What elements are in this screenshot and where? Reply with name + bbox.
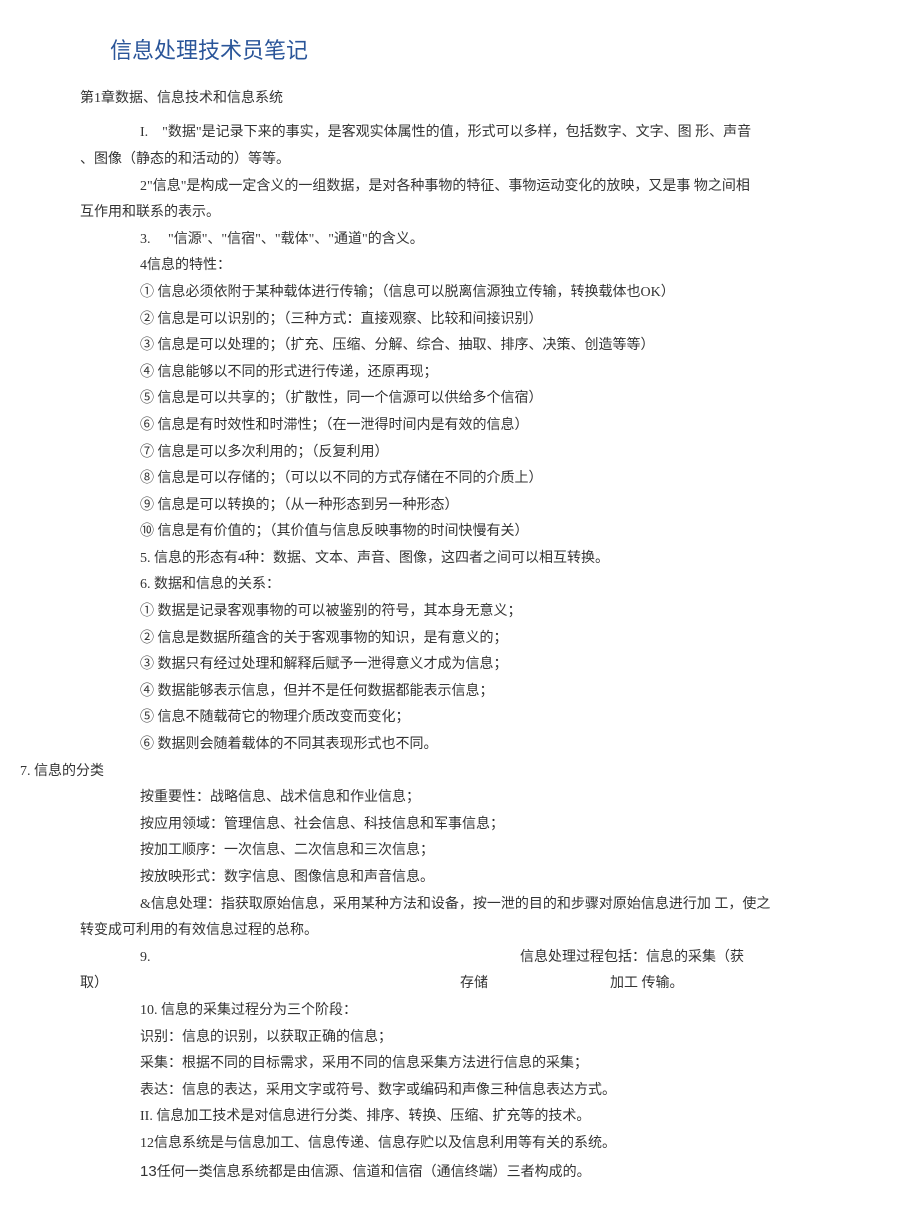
feature-item-10: ⑩ 信息是有价值的；（其价值与信息反映事物的时间快慢有关） [80,519,840,546]
para-8-line-a: &信息处理：指获取原始信息，采用某种方法和设备，按一泄的目的和步骤对原始信息进行… [80,892,840,919]
para-13-text: 任何一类信息系统都是由信源、信道和信宿（通信终端）三者构成的。 [157,1165,591,1180]
class-item-3: 按加工顺序：一次信息、二次信息和三次信息； [80,838,840,865]
feature-item-2: ② 信息是可以识别的；（三种方式：直接观察、比较和间接识别） [80,307,840,334]
feature-item-6: ⑥ 信息是有时效性和时滞性；（在一泄得时间内是有效的信息） [80,413,840,440]
para-8-line-b: 转变成可利用的有效信息过程的总称。 [80,918,840,945]
para-9-text-b3: 加工 传输。 [610,971,684,998]
para-10: 10. 信息的采集过程分为三个阶段： [80,998,840,1025]
para-1-line-a: I. "数据"是记录下来的事实，是客观实体属性的值，形式可以多样，包括数字、文字… [80,120,840,147]
chapter-heading: 第1章数据、信息技术和信息系统 [80,86,840,113]
para-2-line-a: 2"信息"是构成一定含义的一组数据，是对各种事物的特征、事物运动变化的放映，又是… [80,174,840,201]
relation-item-6: ⑥ 数据则会随着载体的不同其表现形式也不同。 [80,732,840,759]
para-9-num: 9. [80,945,520,972]
relation-item-2: ② 信息是数据所蕴含的关于客观事物的知识，是有意义的； [80,626,840,653]
collect-item-c: 表达：信息的表达，采用文字或符号、数字或编码和声像三种信息表达方式。 [80,1078,840,1105]
collect-item-a: 识别：信息的识别，以获取正确的信息； [80,1025,840,1052]
class-item-2: 按应用领域：管理信息、社会信息、科技信息和军事信息； [80,812,840,839]
feature-item-7: ⑦ 信息是可以多次利用的；（反复利用） [80,440,840,467]
document-title: 信息处理技术员笔记 [80,30,840,72]
para-1-line-b: 、图像（静态的和活动的）等等。 [80,147,840,174]
para-4: 4信息的特性： [80,253,840,280]
relation-item-1: ① 数据是记录客观事物的可以被鉴别的符号，其本身无意义； [80,599,840,626]
para-7: 7. 信息的分类 [20,759,840,786]
para-13-number: 13 [140,1163,157,1180]
feature-item-9: ⑨ 信息是可以转换的；（从一种形态到另一种形态） [80,493,840,520]
feature-item-5: ⑤ 信息是可以共享的；（扩散性，同一个信源可以供给多个信宿） [80,386,840,413]
para-9-row-b: 取） 存储 加工 传输。 [80,971,840,998]
relation-item-5: ⑤ 信息不随载荷它的物理介质改变而变化； [80,705,840,732]
feature-item-4: ④ 信息能够以不同的形式进行传递，还原再现； [80,360,840,387]
relation-item-3: ③ 数据只有经过处理和解释后赋予一泄得意义才成为信息； [80,652,840,679]
relation-item-4: ④ 数据能够表示信息，但并不是任何数据都能表示信息； [80,679,840,706]
collect-item-b: 采集：根据不同的目标需求，采用不同的信息采集方法进行信息的采集； [80,1051,840,1078]
para-11: II. 信息加工技术是对信息进行分类、排序、转换、压缩、扩充等的技术。 [80,1104,840,1131]
para-2-line-b: 互作用和联系的表示。 [80,200,840,227]
para-13: 13任何一类信息系统都是由信源、信道和信宿（通信终端）三者构成的。 [80,1158,840,1187]
class-item-1: 按重要性：战略信息、战术信息和作业信息； [80,785,840,812]
class-item-4: 按放映形式：数字信息、图像信息和声音信息。 [80,865,840,892]
para-5: 5. 信息的形态有4种：数据、文本、声音、图像，这四者之间可以相互转换。 [80,546,840,573]
feature-item-8: ⑧ 信息是可以存储的；（可以以不同的方式存储在不同的介质上） [80,466,840,493]
para-9-text-a: 信息处理过程包括：信息的采集（获 [520,945,800,972]
feature-item-3: ③ 信息是可以处理的；（扩充、压缩、分解、综合、抽取、排序、决策、创造等等） [80,333,840,360]
para-9-text-b1: 取） [80,971,460,998]
para-9-text-b2: 存储 [460,971,610,998]
feature-item-1: ① 信息必须依附于某种载体进行传输；（信息可以脱离信源独立传输，转换载体也OK） [80,280,840,307]
para-6: 6. 数据和信息的关系： [80,572,840,599]
para-9-row-a: 9. 信息处理过程包括：信息的采集（获 [80,945,840,972]
para-3: 3. "信源"、"信宿"、"载体"、"通道"的含义。 [80,227,840,254]
